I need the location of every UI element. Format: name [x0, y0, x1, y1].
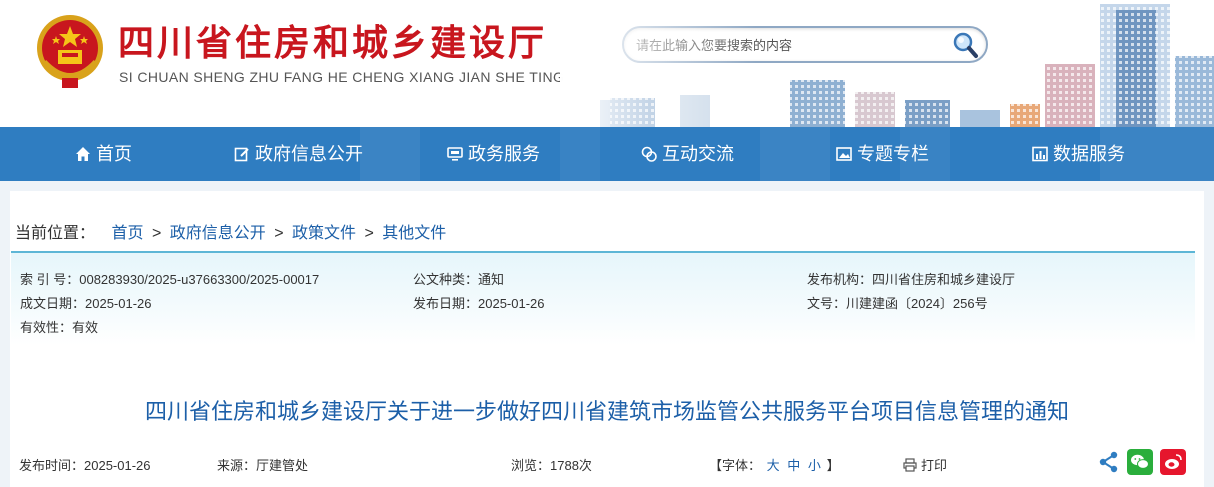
- views-label: 浏览：: [511, 458, 551, 473]
- meta-index-value: 008283930/2025-u37663300/2025-00017: [79, 272, 320, 287]
- meta-category: 公文种类：通知: [413, 269, 504, 288]
- site-title[interactable]: 四川省住房和城乡建设厅: [118, 14, 547, 66]
- content-area: 当前位置： 首页 > 政府信息公开 > 政策文件 > 其他文件 索 引 号：00…: [0, 181, 1214, 487]
- font-size-label: 【字体：: [709, 458, 762, 473]
- meta-published: 发布日期：2025-01-26: [413, 293, 545, 312]
- nav-topics[interactable]: 专题专栏: [836, 127, 929, 181]
- nav-label: 政府信息公开: [255, 144, 363, 164]
- picture-icon: [836, 147, 852, 161]
- article-source: 来源：厅建管处: [217, 455, 308, 474]
- font-size-large-button[interactable]: 大: [767, 458, 780, 473]
- document-metadata: 索 引 号：008283930/2025-u37663300/2025-0001…: [11, 251, 1195, 345]
- nav-gov-info[interactable]: 政府信息公开: [234, 127, 363, 181]
- printer-icon: [903, 457, 917, 472]
- nav-gov-services[interactable]: 政务服务: [447, 127, 540, 181]
- nav-home[interactable]: 首页: [75, 127, 132, 181]
- breadcrumb: 当前位置： 首页 > 政府信息公开 > 政策文件 > 其他文件: [15, 219, 446, 243]
- breadcrumb-separator: >: [151, 225, 162, 242]
- font-size-small-button[interactable]: 小: [808, 458, 821, 473]
- breadcrumb-policy-docs[interactable]: 政策文件: [292, 225, 356, 242]
- meta-docno: 文号：川建建函〔2024〕256号: [807, 293, 988, 312]
- monitor-icon: [447, 147, 463, 161]
- site-header: 四川省住房和城乡建设厅 SI CHUAN SHENG ZHU FANG HE C…: [0, 0, 1214, 127]
- meta-docno-label: 文号：: [807, 296, 847, 311]
- article-views: 浏览：1788次: [511, 455, 592, 474]
- home-icon: [76, 147, 90, 161]
- meta-validity-value: 有效: [72, 320, 99, 335]
- article-title: 四川省住房和城乡建设厅关于进一步做好四川省建筑市场监管公共服务平台项目信息管理的…: [144, 399, 1069, 424]
- article-panel: 当前位置： 首页 > 政府信息公开 > 政策文件 > 其他文件 索 引 号：00…: [10, 191, 1204, 487]
- meta-created: 成文日期：2025-01-26: [20, 293, 152, 312]
- breadcrumb-gov-info[interactable]: 政府信息公开: [170, 225, 266, 242]
- publish-time-value: 2025-01-26: [84, 458, 151, 473]
- meta-validity-label: 有效性：: [20, 320, 73, 335]
- national-emblem-icon[interactable]: [34, 12, 106, 90]
- nav-data-services[interactable]: 数据服务: [1032, 127, 1125, 181]
- main-nav: 首页 政府信息公开 政务服务 互动交流 专题专栏 数据服务: [0, 127, 1214, 181]
- breadcrumb-separator: >: [364, 225, 374, 242]
- meta-docno-value: 川建建函〔2024〕256号: [846, 296, 988, 311]
- meta-publisher-label: 发布机构：: [807, 272, 873, 287]
- meta-index: 索 引 号：008283930/2025-u37663300/2025-0001…: [20, 269, 319, 288]
- weibo-icon[interactable]: [1160, 449, 1186, 475]
- meta-validity: 有效性：有效: [20, 317, 98, 336]
- nav-label: 数据服务: [1053, 144, 1125, 164]
- wechat-icon[interactable]: [1127, 449, 1153, 475]
- meta-publisher: 发布机构：四川省住房和城乡建设厅: [807, 269, 1015, 288]
- meta-created-label: 成文日期：: [20, 296, 86, 311]
- meta-category-label: 公文种类：: [413, 272, 479, 287]
- font-size-medium-button[interactable]: 中: [787, 458, 800, 473]
- meta-publisher-value: 四川省住房和城乡建设厅: [872, 272, 1016, 287]
- nav-interaction[interactable]: 互动交流: [641, 127, 734, 181]
- font-size-close: 】: [826, 458, 840, 473]
- source-label: 来源：: [217, 458, 257, 473]
- meta-index-label: 索 引 号：: [20, 272, 80, 287]
- share-icon[interactable]: [1096, 449, 1122, 475]
- meta-category-value: 通知: [478, 272, 505, 287]
- nav-label: 互动交流: [662, 144, 734, 164]
- site-pinyin: SI CHUAN SHENG ZHU FANG HE CHENG XIANG J…: [119, 69, 565, 85]
- source-value: 厅建管处: [256, 458, 309, 473]
- meta-created-value: 2025-01-26: [85, 296, 152, 311]
- meta-published-value: 2025-01-26: [478, 296, 545, 311]
- font-size-control: 【字体： 大 中 小 】: [709, 455, 840, 474]
- city-skyline-decoration: [560, 0, 1214, 127]
- breadcrumb-home[interactable]: 首页: [111, 225, 143, 242]
- meta-published-label: 发布日期：: [413, 296, 479, 311]
- breadcrumb-separator: >: [274, 225, 284, 242]
- views-value: 1788次: [550, 458, 592, 473]
- chat-icon: [641, 146, 657, 162]
- nav-label: 首页: [96, 144, 132, 164]
- breadcrumb-other-docs[interactable]: 其他文件: [382, 225, 446, 242]
- breadcrumb-prefix: 当前位置：: [15, 225, 96, 242]
- chart-icon: [1032, 146, 1048, 162]
- publish-time-label: 发布时间：: [19, 458, 85, 473]
- article-publish-time: 发布时间：2025-01-26: [19, 455, 151, 474]
- nav-label: 专题专栏: [857, 144, 929, 164]
- print-button[interactable]: 打印: [903, 455, 947, 474]
- edit-icon: [234, 147, 249, 162]
- print-label: 打印: [921, 458, 948, 473]
- nav-label: 政务服务: [468, 144, 540, 164]
